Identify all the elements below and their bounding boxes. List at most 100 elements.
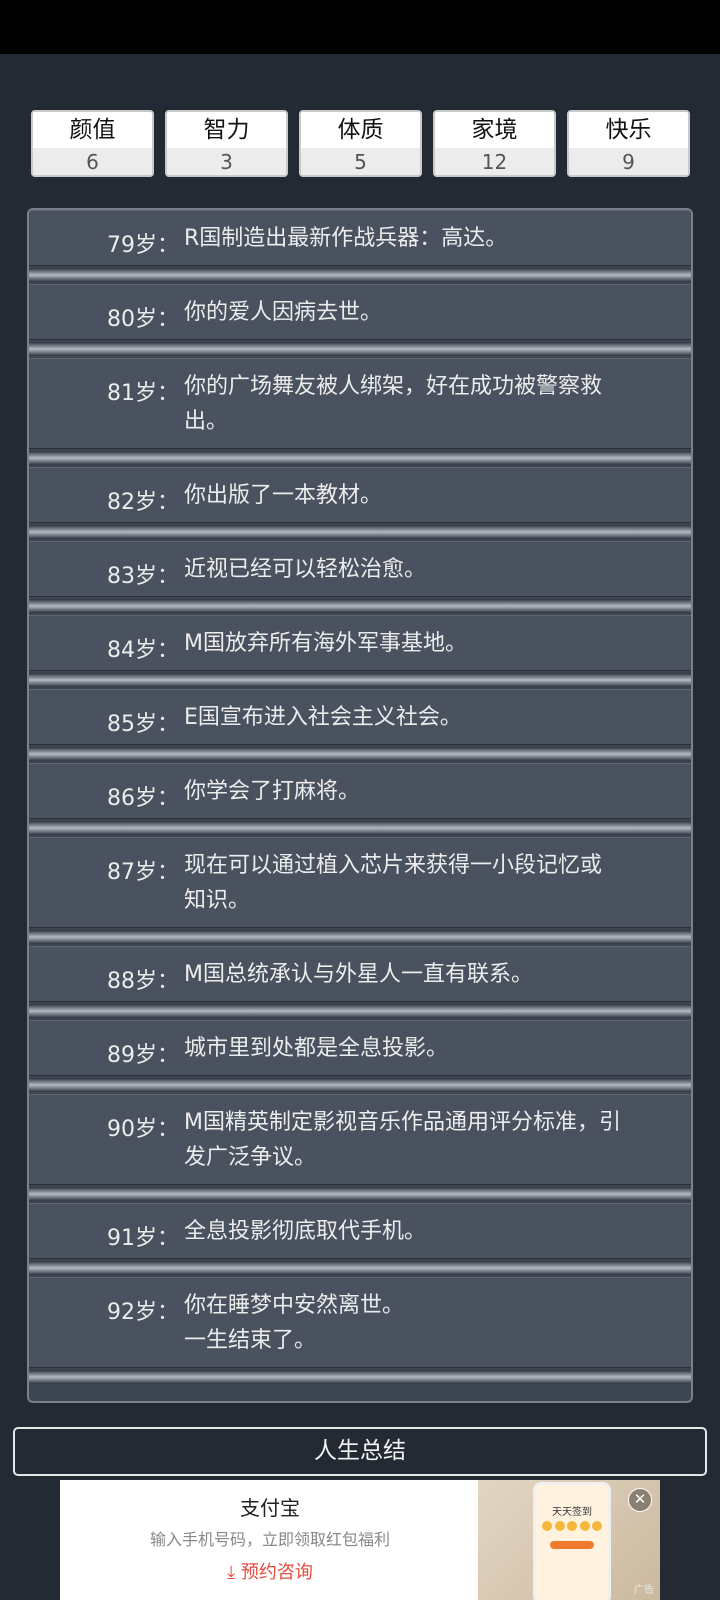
- log-entry: 89岁： 城市里到处都是全息投影。: [29, 1020, 691, 1076]
- log-text-line: 你学会了打麻将。: [184, 779, 361, 804]
- log-text-line: 你的爱人因病去世。: [184, 300, 383, 325]
- log-entry: 80岁： 你的爱人因病去世。: [29, 284, 691, 340]
- log-text: 你学会了打麻将。: [184, 774, 684, 809]
- log-text: M国精英制定影视音乐作品通用评分标准，引 发广泛争议。: [184, 1105, 684, 1175]
- stat-constitution: 体质 5: [299, 110, 422, 177]
- download-arrow-icon: ⤓: [227, 1562, 236, 1583]
- log-age: 84岁：: [107, 638, 179, 663]
- ad-subtitle: 输入手机号码，立即领取红包福利: [149, 1530, 390, 1549]
- log-text-line: M国总统承认与外星人一直有联系。: [184, 962, 533, 987]
- stat-label: 家境: [435, 112, 554, 148]
- stat-value: 12: [435, 148, 554, 175]
- stat-family: 家境 12: [433, 110, 556, 177]
- log-text-line: 近视已经可以轻松治愈。: [184, 557, 427, 582]
- log-text: 全息投影彻底取代手机。: [184, 1214, 684, 1249]
- log-entry: 83岁： 近视已经可以轻松治愈。: [29, 541, 691, 597]
- log-text-line: R国制造出最新作战兵器：高达。: [184, 226, 508, 251]
- log-entry: 86岁： 你学会了打麻将。: [29, 763, 691, 819]
- log-text: 你出版了一本教材。: [184, 478, 684, 513]
- log-text: E国宣布进入社会主义社会。: [184, 700, 684, 735]
- log-divider: [29, 930, 691, 944]
- log-text: 你的广场舞友被人绑架，好在成功被警察救 出。: [184, 369, 684, 439]
- stat-appearance: 颜值 6: [31, 110, 154, 177]
- log-text: R国制造出最新作战兵器：高达。: [184, 221, 684, 256]
- log-age: 89岁：: [107, 1043, 179, 1068]
- log-divider: [29, 342, 691, 356]
- stat-intelligence: 智力 3: [165, 110, 288, 177]
- log-text-line: 现在可以通过植入芯片来获得一小段记忆或: [184, 853, 603, 878]
- log-entry: 82岁： 你出版了一本教材。: [29, 467, 691, 523]
- stat-label: 体质: [301, 112, 420, 148]
- ad-title: 支付宝: [240, 1496, 300, 1520]
- log-age: 85岁：: [107, 712, 179, 737]
- close-icon[interactable]: ✕: [628, 1488, 652, 1512]
- log-divider: [29, 821, 691, 835]
- log-text-line: M国放弃所有海外军事基地。: [184, 631, 467, 656]
- stat-value: 3: [167, 148, 286, 175]
- log-divider: [29, 673, 691, 687]
- log-text-line: 发广泛争议。: [184, 1145, 317, 1170]
- log-age: 87岁：: [107, 860, 179, 885]
- log-age: 79岁：: [107, 233, 179, 258]
- log-text: 现在可以通过植入芯片来获得一小段记忆或 知识。: [184, 848, 684, 918]
- ad-cta-button[interactable]: ⤓ 预约咨询: [60, 1558, 480, 1584]
- coin-row: [542, 1521, 602, 1531]
- phone-button: [550, 1541, 594, 1549]
- stat-label: 快乐: [569, 112, 688, 148]
- stat-value: 9: [569, 148, 688, 175]
- log-entry: 92岁： 你在睡梦中安然离世。 一生结束了。: [29, 1277, 691, 1368]
- log-entry: 90岁： M国精英制定影视音乐作品通用评分标准，引 发广泛争议。: [29, 1094, 691, 1185]
- log-age: 86岁：: [107, 786, 179, 811]
- life-event-log[interactable]: 79岁： R国制造出最新作战兵器：高达。 80岁： 你的爱人因病去世。 81岁： 你的广场…: [27, 208, 693, 1403]
- log-text: 你在睡梦中安然离世。 一生结束了。: [184, 1288, 684, 1358]
- coin-icon: [567, 1521, 577, 1531]
- log-text-line: 你在睡梦中安然离世。: [184, 1293, 405, 1318]
- log-age: 81岁：: [107, 381, 179, 406]
- log-divider: [29, 525, 691, 539]
- log-text-line: 全息投影彻底取代手机。: [184, 1219, 427, 1244]
- log-age: 91岁：: [107, 1226, 179, 1251]
- log-divider: [29, 1261, 691, 1275]
- status-bar: [0, 0, 720, 54]
- phone-mockup: 天天签到: [533, 1482, 611, 1600]
- log-entry: 88岁： M国总统承认与外星人一直有联系。: [29, 946, 691, 1002]
- stat-label: 智力: [167, 112, 286, 148]
- log-text: 你的爱人因病去世。: [184, 295, 684, 330]
- log-text-line: 一生结束了。: [184, 1328, 317, 1353]
- log-divider: [29, 1370, 691, 1384]
- log-age: 92岁：: [107, 1300, 179, 1325]
- log-divider: [29, 451, 691, 465]
- phone-title: 天天签到: [552, 1507, 592, 1518]
- log-age: 82岁：: [107, 490, 179, 515]
- log-entry: 84岁： M国放弃所有海外军事基地。: [29, 615, 691, 671]
- log-text: M国总统承认与外星人一直有联系。: [184, 957, 684, 992]
- log-text-line: M国精英制定影视音乐作品通用评分标准，引: [184, 1110, 621, 1135]
- log-divider: [29, 747, 691, 761]
- stat-label: 颜值: [33, 112, 152, 148]
- log-entry: 87岁： 现在可以通过植入芯片来获得一小段记忆或 知识。: [29, 837, 691, 928]
- coin-icon: [592, 1521, 602, 1531]
- log-entry: 85岁： E国宣布进入社会主义社会。: [29, 689, 691, 745]
- log-text-line: 你的广场舞友被人绑架，好在成功被警察救: [184, 374, 603, 399]
- coin-icon: [542, 1521, 552, 1531]
- ad-cta-label: 预约咨询: [240, 1562, 313, 1583]
- life-summary-button[interactable]: 人生总结: [13, 1427, 707, 1476]
- log-text-line: 知识。: [184, 888, 251, 913]
- log-text: 近视已经可以轻松治愈。: [184, 552, 684, 587]
- stat-happiness: 快乐 9: [567, 110, 690, 177]
- log-age: 88岁：: [107, 969, 179, 994]
- coin-icon: [579, 1521, 590, 1531]
- stat-value: 5: [301, 148, 420, 175]
- log-divider: [29, 1187, 691, 1201]
- log-divider: [29, 1078, 691, 1092]
- ad-banner[interactable]: 支付宝 输入手机号码，立即领取红包福利 ⤓ 预约咨询 天天签到 广告 ✕: [60, 1480, 660, 1600]
- attribute-panel: 颜值 6 智力 3 体质 5 家境 12 快乐 9: [31, 110, 690, 177]
- log-text: 城市里到处都是全息投影。: [184, 1031, 684, 1066]
- stat-value: 6: [33, 148, 152, 175]
- log-divider: [29, 268, 691, 282]
- log-age: 83岁：: [107, 564, 179, 589]
- log-entry: 91岁： 全息投影彻底取代手机。: [29, 1203, 691, 1259]
- log-text-line: E国宣布进入社会主义社会。: [184, 705, 462, 730]
- log-text-line: 城市里到处都是全息投影。: [184, 1036, 449, 1061]
- log-entry: 81岁： 你的广场舞友被人绑架，好在成功被警察救 出。: [29, 358, 691, 449]
